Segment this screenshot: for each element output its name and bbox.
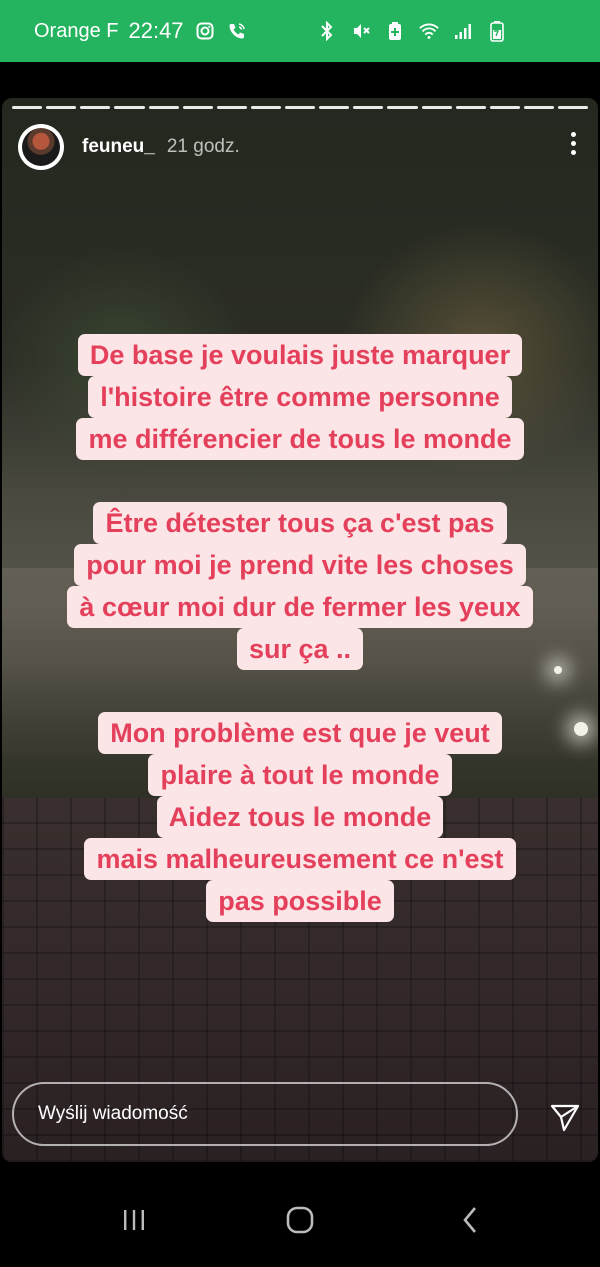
story-progress-segment <box>46 106 77 109</box>
story-progress-segment <box>558 106 589 109</box>
story-progress-segment <box>250 106 281 109</box>
caption-line: Être détester tous ça c'est pas <box>93 502 507 544</box>
system-navigation-bar <box>0 1170 600 1267</box>
caption-block-2: Être détester tous ça c'est pas pour moi… <box>2 502 598 670</box>
caption-line: à cœur moi dur de fermer les yeux <box>67 586 533 628</box>
caption-block-1: De base je voulais juste marquer l'histo… <box>2 334 598 460</box>
avatar[interactable] <box>18 124 64 170</box>
caption-line: plaire à tout le monde <box>148 754 452 796</box>
battery-charging-icon <box>486 20 508 42</box>
home-icon[interactable] <box>280 1200 320 1240</box>
signal-icon <box>452 20 474 42</box>
wifi-call-icon <box>226 20 248 42</box>
story-progress-segment <box>285 106 316 109</box>
caption-line: sur ça .. <box>236 628 364 670</box>
story-progress-segment <box>12 106 43 109</box>
story-progress-segment <box>523 106 554 109</box>
caption-line: me différencier de tous le monde <box>76 418 524 460</box>
story-progress-segment <box>216 106 247 109</box>
caption-line: Mon problème est que je veut <box>98 712 502 754</box>
status-bar-gap <box>0 62 600 98</box>
story-time-ago: 21 godz. <box>166 136 240 157</box>
story-progress-segment <box>421 106 452 109</box>
story-progress-segment <box>182 106 213 109</box>
username[interactable]: feuneu_ <box>82 136 155 158</box>
clock: 22:47 <box>128 18 184 43</box>
story-progress-segment <box>353 106 384 109</box>
story-progress-bar <box>12 106 589 109</box>
status-bar: Orange F 22:47 <box>0 0 600 62</box>
wifi-icon <box>418 20 440 42</box>
recent-apps-icon[interactable] <box>114 1200 154 1240</box>
carrier-label: Orange F <box>34 19 119 42</box>
back-icon[interactable] <box>450 1200 490 1240</box>
story-progress-segment <box>114 106 145 109</box>
more-options-icon[interactable] <box>568 132 578 155</box>
story-progress-segment <box>387 106 418 109</box>
story-progress-segment <box>489 106 520 109</box>
mute-icon <box>350 20 372 42</box>
caption-block-3: Mon problème est que je veut plaire à to… <box>2 712 598 922</box>
story-header: feuneu_ 21 godz. <box>18 122 240 172</box>
caption-line: l'histoire être comme personne <box>88 376 512 418</box>
caption-line: mais malheureusement ce n'est <box>84 838 516 880</box>
story-progress-segment <box>80 106 111 109</box>
caption-line: pour moi je prend vite les choses <box>74 544 526 586</box>
send-icon[interactable] <box>548 1100 582 1134</box>
story-progress-segment <box>148 106 179 109</box>
send-message-placeholder: Wyślij wiadomość <box>38 1103 188 1124</box>
send-message-input[interactable]: Wyślij wiadomość <box>12 1082 518 1146</box>
caption-line: De base je voulais juste marquer <box>77 334 523 376</box>
battery-saver-icon <box>384 20 406 42</box>
instagram-icon <box>194 20 216 42</box>
story-viewer[interactable]: feuneu_ 21 godz. De base je voulais just… <box>2 98 598 1162</box>
story-progress-segment <box>319 106 350 109</box>
caption-line: Aidez tous le monde <box>156 796 444 838</box>
caption-line: pas possible <box>206 880 394 922</box>
story-progress-segment <box>455 106 486 109</box>
bluetooth-icon <box>316 20 338 42</box>
